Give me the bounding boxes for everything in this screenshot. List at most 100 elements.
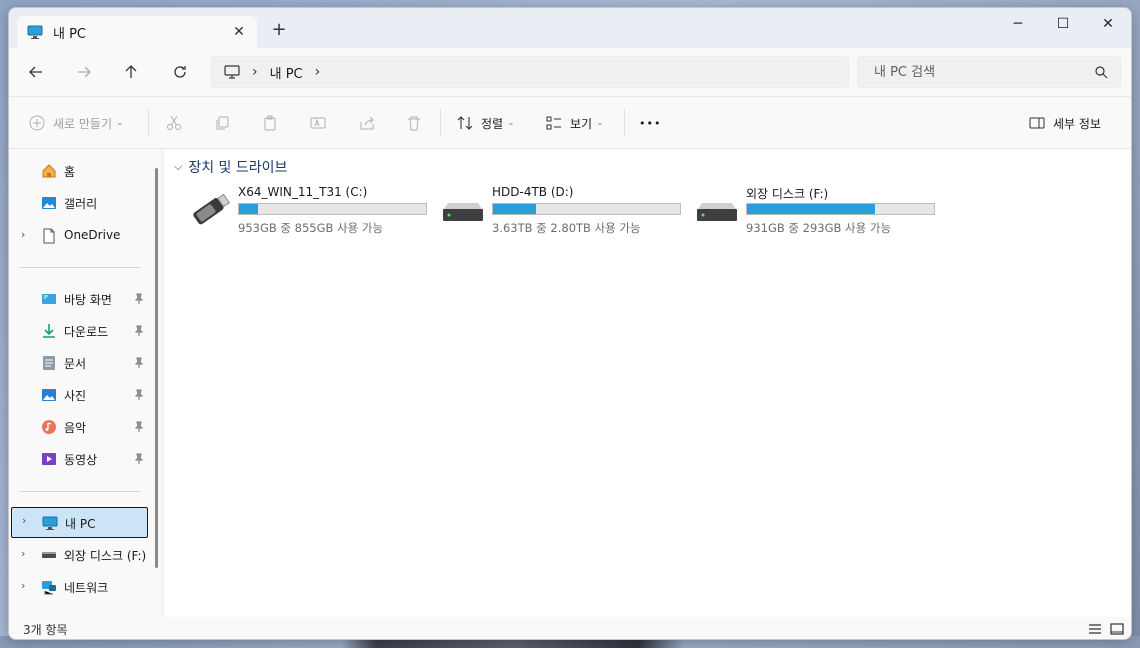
sidebar-label: 내 PC <box>65 517 96 531</box>
view-label: 보기 <box>570 116 593 131</box>
pin-icon[interactable] <box>133 325 145 337</box>
sidebar-label: 갤러리 <box>64 197 98 211</box>
sidebar-item-videos[interactable]: 동영상 <box>9 445 149 473</box>
trash-icon <box>408 116 420 131</box>
chevron-right-icon[interactable]: › <box>22 514 26 527</box>
sidebar-item-onedrive[interactable]: › OneDrive <box>9 222 149 250</box>
divider <box>19 267 140 268</box>
usage-bar <box>746 203 935 215</box>
drive-tile-c[interactable]: X64_WIN_11_T31 (C:) 953GB 중 855GB 사용 가능 <box>186 185 434 239</box>
gallery-icon <box>42 197 56 209</box>
arrow-left-icon <box>29 66 42 78</box>
navigation-bar: › 내 PC › <box>9 48 1131 96</box>
sidebar-scrollbar[interactable] <box>155 168 158 568</box>
sidebar-label: 동영상 <box>64 453 98 467</box>
more-options-button[interactable]: ••• <box>639 111 661 135</box>
chevron-right-icon[interactable]: › <box>21 579 25 592</box>
sidebar-label: 바탕 화면 <box>64 293 112 307</box>
usage-bar <box>492 203 681 215</box>
sidebar-item-external-disk[interactable]: › 외장 디스크 (F:) <box>9 541 149 569</box>
cut-button[interactable] <box>166 111 182 135</box>
sidebar-item-this-pc[interactable]: › 내 PC <box>11 507 148 538</box>
plus-circle-icon <box>29 115 45 131</box>
pictures-icon <box>42 389 56 401</box>
document-icon <box>43 228 55 244</box>
sidebar-item-network[interactable]: › 네트워크 <box>9 573 149 601</box>
drive-tile-d[interactable]: HDD-4TB (D:) 3.63TB 중 2.80TB 사용 가능 <box>440 185 688 239</box>
search-box[interactable] <box>857 56 1121 88</box>
usage-bar-fill <box>239 204 258 214</box>
rename-icon <box>310 117 326 129</box>
group-title: 장치 및 드라이브 <box>188 160 288 176</box>
chevron-down-icon: ⌄ <box>116 118 124 128</box>
share-button[interactable] <box>359 111 375 135</box>
details-view-icon[interactable] <box>1087 621 1103 637</box>
delete-button[interactable] <box>406 111 422 135</box>
sort-button[interactable]: 정렬 ⌄ <box>457 111 515 135</box>
drive-free-space: 931GB 중 293GB 사용 가능 <box>746 221 892 235</box>
navigation-pane: 홈 갤러리 › OneDrive 바탕 화면 다운로드 문서 사진 음악 동영상… <box>9 149 161 617</box>
sidebar-item-downloads[interactable]: 다운로드 <box>9 317 149 345</box>
maximize-button[interactable]: ☐ <box>1040 8 1086 40</box>
chevron-right-icon[interactable]: › <box>315 64 321 80</box>
new-button-label: 새로 만들기 <box>53 116 113 131</box>
pin-icon[interactable] <box>133 293 145 305</box>
back-button[interactable] <box>24 60 48 84</box>
sidebar-item-gallery[interactable]: 갤러리 <box>9 189 149 217</box>
close-window-button[interactable]: ✕ <box>1085 8 1131 40</box>
download-icon <box>43 324 55 338</box>
sidebar-item-music[interactable]: 음악 <box>9 413 149 441</box>
pin-icon[interactable] <box>133 421 145 433</box>
sidebar-label: 홈 <box>64 165 76 179</box>
drive-tile-f[interactable]: 외장 디스크 (F:) 931GB 중 293GB 사용 가능 <box>694 185 942 239</box>
refresh-button[interactable] <box>168 60 192 84</box>
tiles-view-icon[interactable] <box>1109 621 1125 637</box>
close-tab-button[interactable]: ✕ <box>231 24 247 40</box>
chevron-right-icon[interactable]: › <box>21 228 25 241</box>
paste-button[interactable] <box>262 111 278 135</box>
chevron-right-icon[interactable]: › <box>21 547 25 560</box>
view-button[interactable]: 보기 ⌄ <box>546 111 604 135</box>
usb-drive-icon <box>193 193 231 225</box>
minimize-button[interactable]: ─ <box>995 8 1041 40</box>
sidebar-item-pictures[interactable]: 사진 <box>9 381 149 409</box>
address-bar[interactable]: › 내 PC › <box>211 56 849 88</box>
sidebar-label: 외장 디스크 (F:) <box>64 549 147 563</box>
details-pane-button[interactable]: 세부 정보 <box>1029 111 1101 135</box>
sidebar-label: 사진 <box>64 389 87 403</box>
new-tab-button[interactable]: + <box>269 20 289 40</box>
desktop-icon <box>42 294 56 304</box>
pin-icon[interactable] <box>133 389 145 401</box>
home-icon <box>42 164 56 178</box>
group-header-devices[interactable]: ⌵ 장치 및 드라이브 <box>174 157 287 177</box>
hard-drive-icon <box>697 203 737 221</box>
pin-icon[interactable] <box>133 453 145 465</box>
usage-bar-fill <box>493 204 536 214</box>
divider <box>19 491 140 492</box>
sidebar-item-home[interactable]: 홈 <box>9 157 149 185</box>
copy-button[interactable] <box>214 111 230 135</box>
sidebar-item-documents[interactable]: 문서 <box>9 349 149 377</box>
tab-this-pc[interactable]: 내 PC ✕ <box>17 16 257 48</box>
search-input[interactable] <box>874 64 1084 80</box>
usage-bar-fill <box>747 204 876 214</box>
rename-button[interactable] <box>310 111 326 135</box>
pin-icon[interactable] <box>133 357 145 369</box>
sidebar-item-desktop[interactable]: 바탕 화면 <box>9 285 149 313</box>
details-label: 세부 정보 <box>1053 116 1101 131</box>
chevron-down-icon[interactable]: ⌵ <box>174 160 182 174</box>
new-button[interactable]: 새로 만들기 ⌄ <box>29 111 124 135</box>
item-count: 3개 항목 <box>23 623 68 637</box>
sort-icon <box>457 116 473 130</box>
drive-name: X64_WIN_11_T31 (C:) <box>238 185 368 199</box>
usage-bar <box>238 203 427 215</box>
up-button[interactable] <box>119 60 143 84</box>
breadcrumb-this-pc[interactable]: 내 PC <box>270 63 303 82</box>
forward-button[interactable] <box>72 60 96 84</box>
network-icon <box>42 581 56 595</box>
chevron-down-icon: ⌄ <box>596 118 604 128</box>
drive-free-space: 3.63TB 중 2.80TB 사용 가능 <box>492 221 641 235</box>
refresh-icon <box>174 66 186 78</box>
search-icon <box>1095 66 1108 79</box>
divider <box>440 109 441 137</box>
